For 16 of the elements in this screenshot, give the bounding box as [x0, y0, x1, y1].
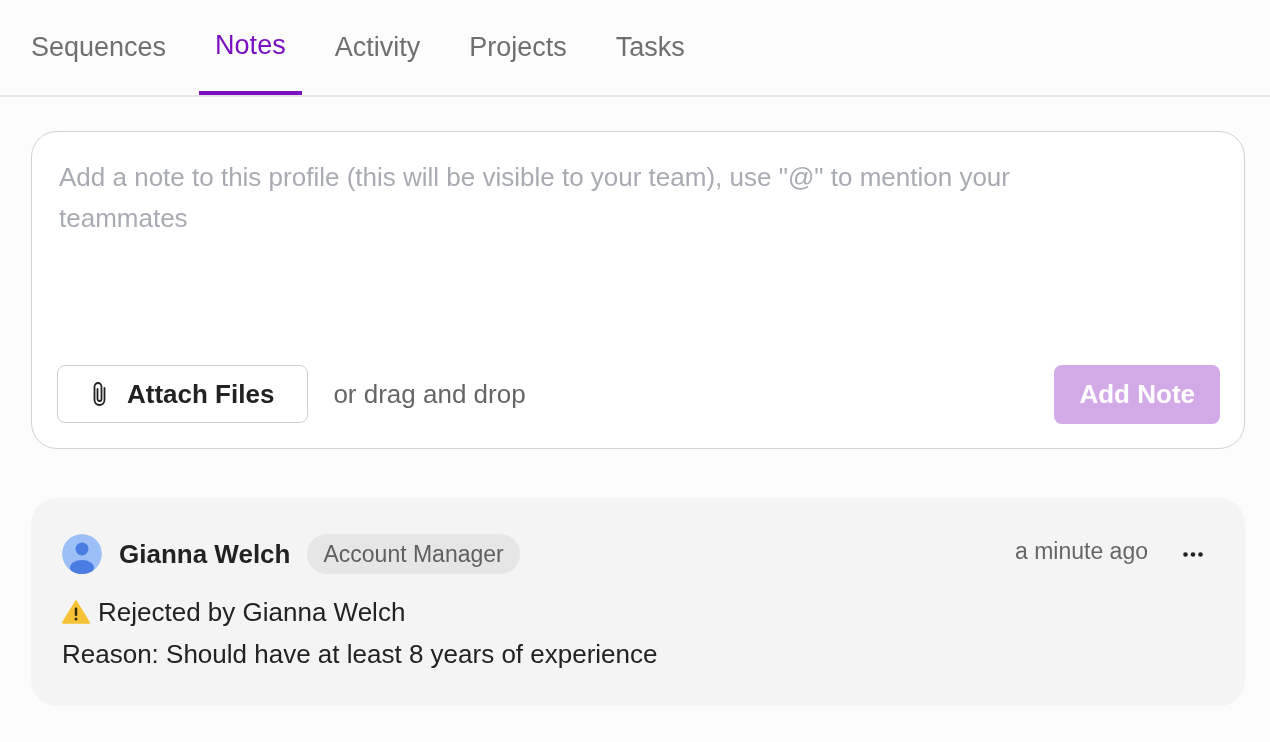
author-name: Gianna Welch [119, 538, 291, 570]
role-tag: Account Manager [307, 534, 520, 574]
note-input[interactable]: Add a note to this profile (this will be visible to your team), use "@" to mention your teammates [32, 132, 1244, 364]
avatar-icon [62, 534, 102, 574]
tab[interactable]: Sequences [15, 0, 183, 95]
drop-hint-text: or drag and drop [333, 378, 526, 410]
paperclip-icon [92, 381, 107, 407]
tab[interactable]: Projects [453, 0, 583, 95]
status-text: Rejected by Gianna Welch [98, 596, 406, 628]
tab[interactable]: Activity [318, 0, 437, 95]
more-options-icon[interactable] [1183, 551, 1203, 557]
tab[interactable]: Notes [199, 0, 302, 95]
timestamp: a minute ago [1015, 537, 1148, 565]
attach-files-button[interactable]: Attach Files [57, 365, 309, 423]
note-body-text: Reason: Should have at least 8 years of experience [62, 638, 658, 670]
tab[interactable]: Tasks [599, 0, 701, 95]
